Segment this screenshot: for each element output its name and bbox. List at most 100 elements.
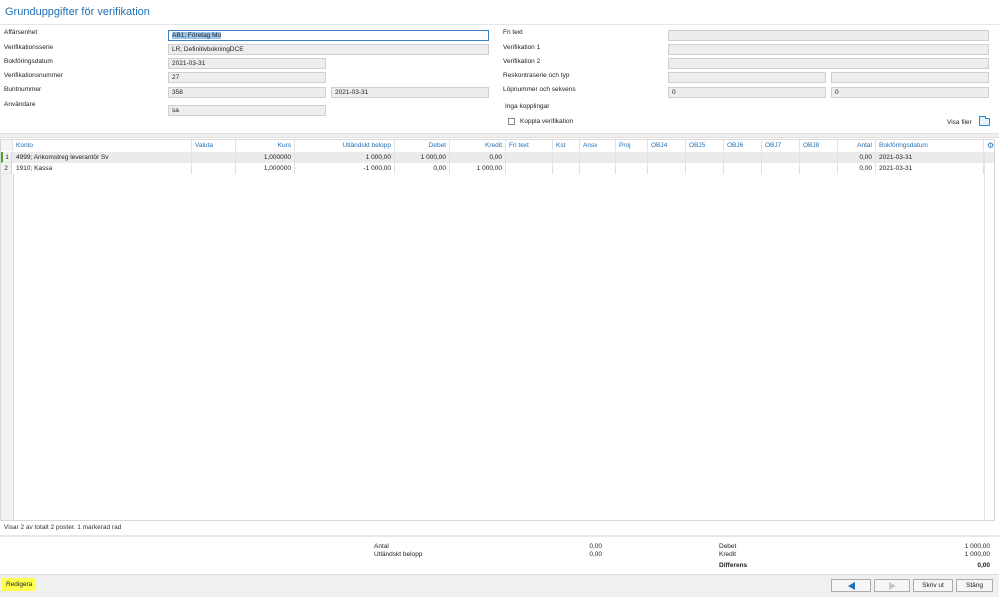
cell-valuta[interactable] <box>192 163 236 174</box>
debet-label: Debet <box>719 543 737 550</box>
fri-text-field[interactable] <box>668 30 989 41</box>
cell-kurs[interactable]: 1,000000 <box>236 152 295 163</box>
kredit-total: 1 000,00 <box>964 551 990 558</box>
gear-icon[interactable]: ⚙ <box>984 140 994 151</box>
col-kurs[interactable]: Kurs <box>236 140 295 151</box>
verifikationsserie-field[interactable]: LR; DefinitivbokningDCE <box>168 44 489 55</box>
cell-fri-text[interactable] <box>506 152 553 163</box>
lopnummer-field[interactable]: 0 <box>668 87 826 98</box>
bokforingsdatum-label: Bokföringsdatum <box>4 58 53 65</box>
redigera-button[interactable]: Redigera <box>2 578 37 591</box>
cell-debet[interactable]: 1 000,00 <box>395 152 450 163</box>
verifikationsserie-label: Verifikationsserie <box>4 44 54 51</box>
table-row[interactable]: 1 4999; Ankomstreg leverantör Sv 1,00000… <box>1 152 994 163</box>
debet-total: 1 000,00 <box>964 543 990 550</box>
cell-obj7[interactable] <box>762 152 800 163</box>
verifikation1-field[interactable] <box>668 44 989 55</box>
kopplingar-text: Inga kopplingar <box>505 103 550 110</box>
vertical-scrollbar[interactable] <box>984 152 994 520</box>
koppla-verifikation-checkbox[interactable] <box>508 118 515 125</box>
cell-debet[interactable]: 0,00 <box>395 163 450 174</box>
cell-bokforingsdatum[interactable]: 2021-03-31 <box>876 163 984 174</box>
cell-obj5[interactable] <box>686 152 724 163</box>
reskontratyp-field[interactable] <box>831 72 989 83</box>
col-obj4[interactable]: OBJ4 <box>648 140 686 151</box>
cell-bokforingsdatum[interactable]: 2021-03-31 <box>876 152 984 163</box>
reskontraserie-field[interactable] <box>668 72 826 83</box>
differens-value: 0,00 <box>977 562 990 569</box>
cell-obj4[interactable] <box>648 152 686 163</box>
col-obj5[interactable]: OBJ5 <box>686 140 724 151</box>
bunt-datum-field[interactable]: 2021-03-31 <box>331 87 489 98</box>
col-utlandskt-belopp[interactable]: Utländskt belopp <box>295 140 395 151</box>
cell-obj6[interactable] <box>724 163 762 174</box>
verifikation2-label: Verifikation 2 <box>503 58 541 65</box>
visa-filer-label[interactable]: Visa filer <box>947 119 972 126</box>
utlandskt-belopp-label: Utländskt belopp <box>374 551 423 558</box>
folder-icon[interactable] <box>979 116 990 126</box>
previous-button[interactable] <box>831 579 871 592</box>
col-valuta[interactable]: Valuta <box>192 140 236 151</box>
cell-obj6[interactable] <box>724 152 762 163</box>
cell-utlandskt-belopp[interactable]: -1 000,00 <box>295 163 395 174</box>
col-proj[interactable]: Proj <box>616 140 648 151</box>
table-row[interactable]: 2 1910; Kassa 1,000000 -1 000,00 0,00 1 … <box>1 163 994 174</box>
cell-kredit[interactable]: 1 000,00 <box>450 163 506 174</box>
fri-text-label: Fri text <box>503 29 523 36</box>
next-button[interactable] <box>874 579 910 592</box>
cell-obj8[interactable] <box>800 163 838 174</box>
row-number: 1 <box>1 152 12 163</box>
col-obj7[interactable]: OBJ7 <box>762 140 800 151</box>
header-divider <box>0 24 999 25</box>
cell-proj[interactable] <box>616 163 648 174</box>
arrow-right-icon <box>888 582 896 590</box>
verification-table: Konto Valuta Kurs Utländskt belopp Debet… <box>0 139 995 521</box>
anvandare-field[interactable]: sa <box>168 105 326 116</box>
cell-obj4[interactable] <box>648 163 686 174</box>
status-text: Visar 2 av totalt 2 poster. 1 markerad r… <box>4 524 122 531</box>
bokforingsdatum-field[interactable]: 2021-03-31 <box>168 58 326 69</box>
cell-obj7[interactable] <box>762 163 800 174</box>
col-obj6[interactable]: OBJ6 <box>724 140 762 151</box>
cell-kst[interactable] <box>553 152 580 163</box>
col-antal[interactable]: Antal <box>838 140 876 151</box>
cell-antal[interactable]: 0,00 <box>838 152 876 163</box>
totals-divider <box>0 535 999 537</box>
affarsenhet-field[interactable]: AB1; Företag Mo <box>168 30 489 41</box>
col-kredit[interactable]: Kredit <box>450 140 506 151</box>
cell-ansv[interactable] <box>580 152 616 163</box>
col-obj8[interactable]: OBJ8 <box>800 140 838 151</box>
reskontra-label: Reskontraserie och typ <box>503 72 570 79</box>
col-debet[interactable]: Debet <box>395 140 450 151</box>
verifikation1-label: Verifikation 1 <box>503 44 541 51</box>
col-ansv[interactable]: Ansv <box>580 140 616 151</box>
cell-valuta[interactable] <box>192 152 236 163</box>
affarsenhet-value: AB1; Företag Mo <box>172 32 222 39</box>
cell-antal[interactable]: 0,00 <box>838 163 876 174</box>
verifikation2-field[interactable] <box>668 58 989 69</box>
cell-fri-text[interactable] <box>506 163 553 174</box>
cell-proj[interactable] <box>616 152 648 163</box>
row-number: 2 <box>1 163 12 174</box>
cell-utlandskt-belopp[interactable]: 1 000,00 <box>295 152 395 163</box>
cell-kurs[interactable]: 1,000000 <box>236 163 295 174</box>
cell-kredit[interactable]: 0,00 <box>450 152 506 163</box>
utlandskt-belopp-value: 0,00 <box>589 551 602 558</box>
col-kst[interactable]: Kst <box>553 140 580 151</box>
verifikationsnummer-field[interactable]: 27 <box>168 72 326 83</box>
sekvens-field[interactable]: 0 <box>831 87 989 98</box>
cell-konto[interactable]: 4999; Ankomstreg leverantör Sv <box>13 152 192 163</box>
antal-value: 0,00 <box>589 543 602 550</box>
col-fri-text[interactable]: Fri text <box>506 140 553 151</box>
cell-ansv[interactable] <box>580 163 616 174</box>
cell-obj5[interactable] <box>686 163 724 174</box>
cell-obj8[interactable] <box>800 152 838 163</box>
skriv-ut-button[interactable]: Skriv ut <box>913 579 953 592</box>
cell-konto[interactable]: 1910; Kassa <box>13 163 192 174</box>
stang-button[interactable]: Stäng <box>956 579 993 592</box>
cell-kst[interactable] <box>553 163 580 174</box>
col-bokforingsdatum[interactable]: Bokföringsdatum <box>876 140 984 151</box>
buntnummer-field[interactable]: 358 <box>168 87 326 98</box>
row-header-gutter <box>1 174 14 520</box>
col-konto[interactable]: Konto <box>13 140 192 151</box>
